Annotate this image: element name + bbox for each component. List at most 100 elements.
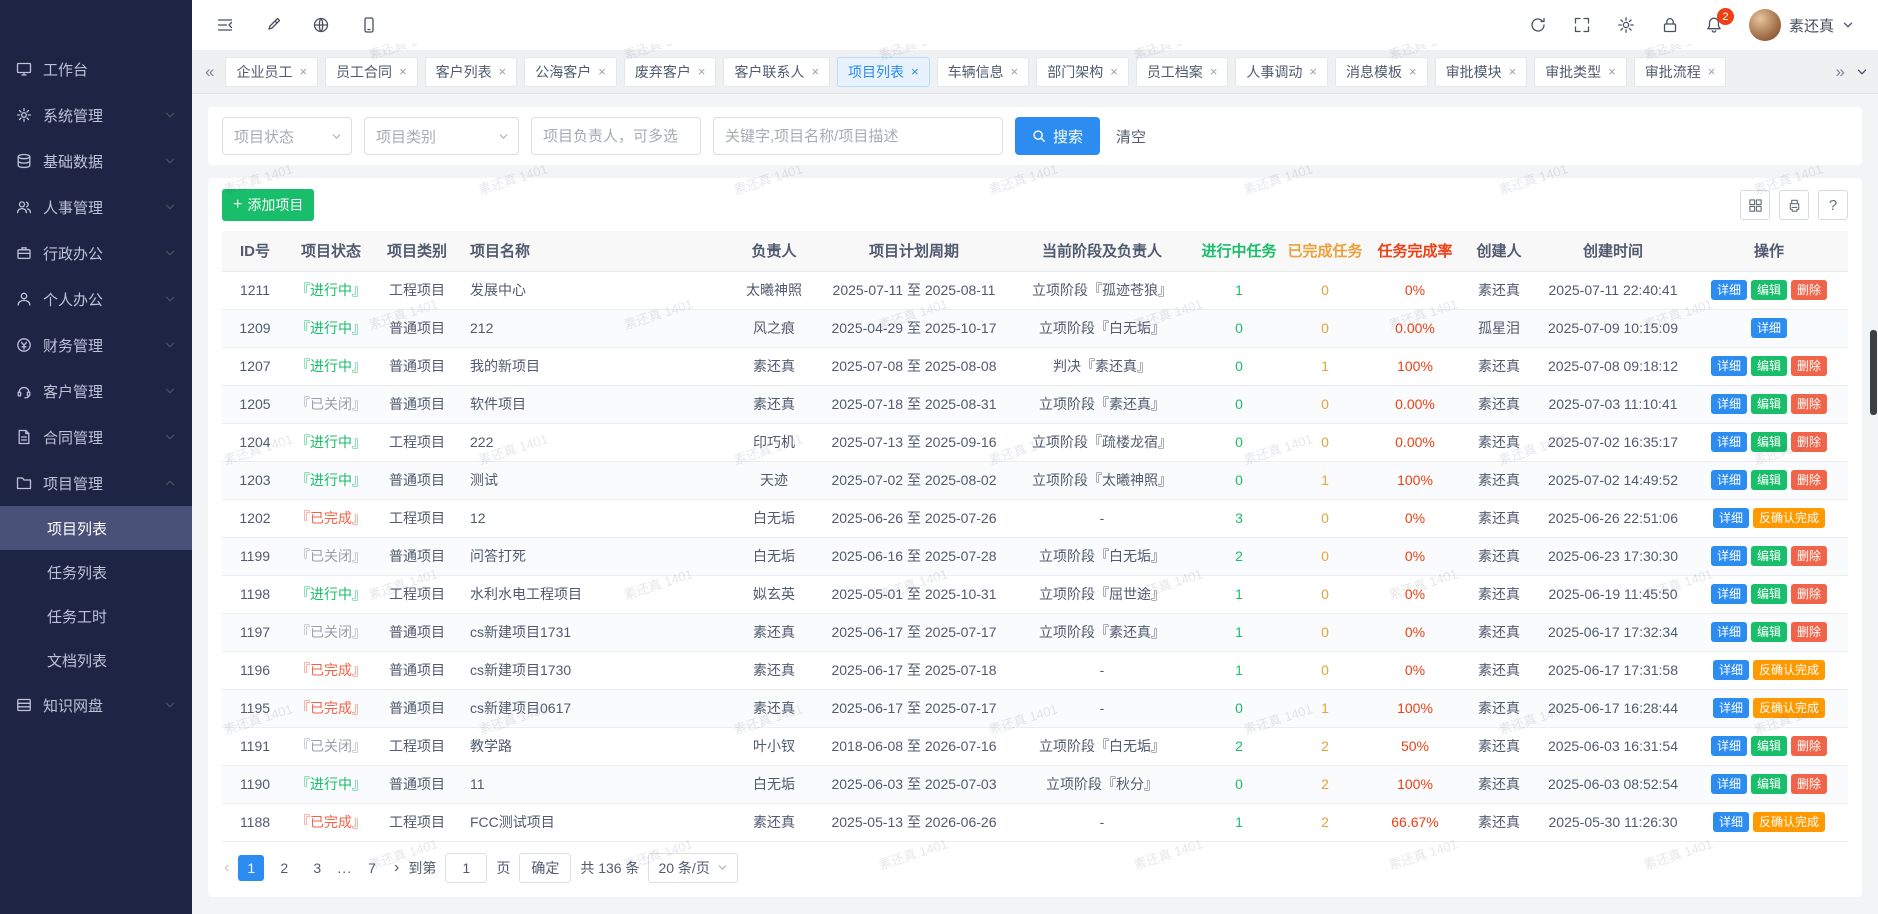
detail-button[interactable]: 详细 <box>1711 394 1747 414</box>
delete-button[interactable]: 删除 <box>1791 356 1827 376</box>
sidebar-item-hr[interactable]: 人事管理 <box>0 184 192 230</box>
clear-button[interactable]: 清空 <box>1116 126 1146 147</box>
delete-button[interactable]: 删除 <box>1791 432 1827 452</box>
next-page-button[interactable]: › <box>394 859 399 877</box>
edit-button[interactable]: 编辑 <box>1751 774 1787 794</box>
tab-enterprise-employees[interactable]: 企业员工 × <box>225 57 318 87</box>
tab-close-icon[interactable]: × <box>1509 64 1517 79</box>
edit-button[interactable]: 编辑 <box>1751 432 1787 452</box>
tab-public-customers[interactable]: 公海客户 × <box>524 57 617 87</box>
tab-close-icon[interactable]: × <box>399 64 407 79</box>
tab-close-icon[interactable]: × <box>698 64 706 79</box>
mobile-device-icon[interactable] <box>360 16 378 34</box>
detail-button[interactable]: 详细 <box>1713 660 1749 680</box>
lock-icon[interactable] <box>1661 16 1679 34</box>
detail-button[interactable]: 详细 <box>1711 470 1747 490</box>
delete-button[interactable]: 删除 <box>1791 546 1827 566</box>
tab-customer-contacts[interactable]: 客户联系人 × <box>723 57 830 87</box>
tab-close-icon[interactable]: × <box>499 64 507 79</box>
keyword-input[interactable] <box>713 117 1003 155</box>
tab-employee-contracts[interactable]: 员工合同 × <box>325 57 418 87</box>
sidebar-item-personal-office[interactable]: 个人办公 <box>0 276 192 322</box>
tab-close-icon[interactable]: × <box>1011 64 1019 79</box>
edit-button[interactable]: 编辑 <box>1751 736 1787 756</box>
detail-button[interactable]: 详细 <box>1751 318 1787 338</box>
tab-close-icon[interactable]: × <box>811 64 819 79</box>
detail-button[interactable]: 详细 <box>1713 698 1749 718</box>
add-project-button[interactable]: + 添加项目 <box>222 189 314 221</box>
delete-button[interactable]: 删除 <box>1791 584 1827 604</box>
edit-button[interactable]: 编辑 <box>1751 356 1787 376</box>
tab-department-structure[interactable]: 部门架构 × <box>1036 57 1129 87</box>
unconfirm-button[interactable]: 反确认完成 <box>1753 660 1825 680</box>
tab-approval-flow[interactable]: 审批流程 × <box>1634 57 1727 87</box>
tab-discarded-customers[interactable]: 废弃客户 × <box>624 57 717 87</box>
detail-button[interactable]: 详细 <box>1711 584 1747 604</box>
columns-grid-button[interactable] <box>1740 190 1770 220</box>
project-owner-input[interactable] <box>531 117 701 155</box>
tab-menu-chevron-icon[interactable] <box>1856 66 1868 78</box>
page-button-7[interactable]: 7 <box>359 855 385 881</box>
tab-close-icon[interactable]: × <box>1210 64 1218 79</box>
tab-close-icon[interactable]: × <box>911 64 919 79</box>
unconfirm-button[interactable]: 反确认完成 <box>1753 812 1825 832</box>
sidebar-item-finance[interactable]: 财务管理 <box>0 322 192 368</box>
prev-page-button[interactable]: ‹ <box>224 859 229 877</box>
scrollbar-thumb[interactable] <box>1870 330 1877 415</box>
edit-button[interactable]: 编辑 <box>1751 622 1787 642</box>
page-button-1[interactable]: 1 <box>238 855 264 881</box>
sidebar-item-customer[interactable]: 客户管理 <box>0 368 192 414</box>
delete-button[interactable]: 删除 <box>1791 622 1827 642</box>
tab-vehicle-info[interactable]: 车辆信息 × <box>937 57 1030 87</box>
confirm-page-button[interactable]: 确定 <box>519 853 571 883</box>
edit-button[interactable]: 编辑 <box>1751 584 1787 604</box>
tab-scroll-right-button[interactable]: » <box>1833 62 1848 82</box>
tab-approval-module[interactable]: 审批模块 × <box>1435 57 1528 87</box>
collapse-sidebar-icon[interactable] <box>216 16 234 34</box>
detail-button[interactable]: 详细 <box>1713 812 1749 832</box>
delete-button[interactable]: 删除 <box>1791 394 1827 414</box>
tab-close-icon[interactable]: × <box>1409 64 1417 79</box>
goto-page-input[interactable] <box>445 853 487 883</box>
page-button-2[interactable]: 2 <box>271 855 297 881</box>
tab-close-icon[interactable]: × <box>1309 64 1317 79</box>
tab-employee-files[interactable]: 员工档案 × <box>1136 57 1229 87</box>
tab-project-list[interactable]: 项目列表 × <box>837 57 930 87</box>
detail-button[interactable]: 详细 <box>1711 736 1747 756</box>
edit-button[interactable]: 编辑 <box>1751 546 1787 566</box>
detail-button[interactable]: 详细 <box>1713 508 1749 528</box>
tab-message-templates[interactable]: 消息模板 × <box>1335 57 1428 87</box>
detail-button[interactable]: 详细 <box>1711 356 1747 376</box>
tab-customer-list[interactable]: 客户列表 × <box>425 57 518 87</box>
sidebar-item-workbench[interactable]: 工作台 <box>0 46 192 92</box>
tab-personnel-transfer[interactable]: 人事调动 × <box>1235 57 1328 87</box>
tab-close-icon[interactable]: × <box>299 64 307 79</box>
edit-button[interactable]: 编辑 <box>1751 470 1787 490</box>
delete-button[interactable]: 删除 <box>1791 736 1827 756</box>
help-button[interactable]: ? <box>1818 190 1848 220</box>
unconfirm-button[interactable]: 反确认完成 <box>1753 698 1825 718</box>
sidebar-item-knowledge[interactable]: 知识网盘 <box>0 682 192 728</box>
sidebar-subitem-project-list[interactable]: 项目列表 <box>0 506 192 550</box>
project-status-select[interactable]: 项目状态 <box>222 117 352 155</box>
tab-approval-types[interactable]: 审批类型 × <box>1534 57 1627 87</box>
fullscreen-icon[interactable] <box>1573 16 1591 34</box>
tab-close-icon[interactable]: × <box>1708 64 1716 79</box>
tab-scroll-left-button[interactable]: « <box>202 62 217 82</box>
sidebar-subitem-doc-list[interactable]: 文档列表 <box>0 638 192 682</box>
sidebar-item-system[interactable]: 系统管理 <box>0 92 192 138</box>
detail-button[interactable]: 详细 <box>1711 774 1747 794</box>
tab-close-icon[interactable]: × <box>1608 64 1616 79</box>
sidebar-subitem-task-list[interactable]: 任务列表 <box>0 550 192 594</box>
delete-button[interactable]: 删除 <box>1791 280 1827 300</box>
user-menu[interactable]: 素还真 <box>1749 9 1854 41</box>
language-globe-icon[interactable] <box>312 16 330 34</box>
sidebar-item-admin-office[interactable]: 行政办公 <box>0 230 192 276</box>
delete-button[interactable]: 删除 <box>1791 774 1827 794</box>
settings-gear-icon[interactable] <box>1617 16 1635 34</box>
tab-close-icon[interactable]: × <box>598 64 606 79</box>
page-size-select[interactable]: 20 条/页 <box>648 853 737 883</box>
notifications-button[interactable]: 2 <box>1705 16 1723 34</box>
detail-button[interactable]: 详细 <box>1711 546 1747 566</box>
sidebar-item-contract[interactable]: 合同管理 <box>0 414 192 460</box>
